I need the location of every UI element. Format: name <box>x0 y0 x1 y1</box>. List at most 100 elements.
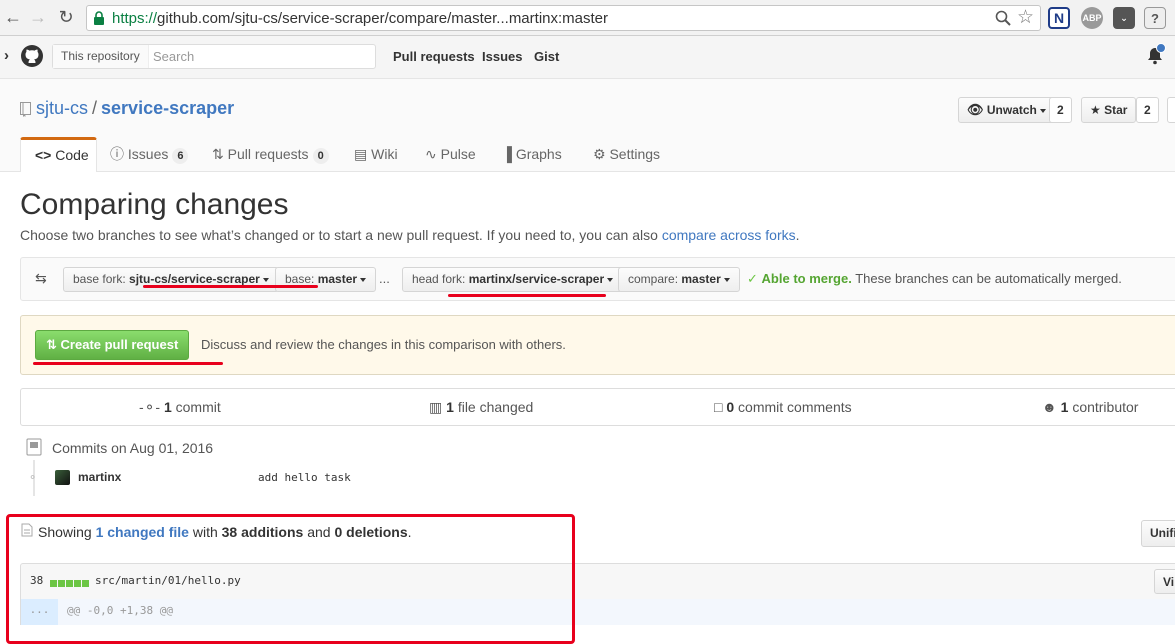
fork-button-partial[interactable] <box>1167 97 1175 123</box>
avatar[interactable] <box>55 470 70 485</box>
code-icon: <> <box>35 147 52 163</box>
zoom-icon[interactable] <box>995 10 1011 26</box>
merge-status-text: These branches can be automatically merg… <box>855 271 1122 286</box>
repo-title-separator: / <box>92 98 98 118</box>
tab-wiki[interactable]: ▤ Wiki <box>340 137 412 172</box>
compare-branch-select[interactable]: compare: master <box>618 267 740 292</box>
github-logo-icon[interactable] <box>20 44 44 68</box>
commits-count: 1 <box>163 399 172 415</box>
tab-issues-label: Issues <box>127 146 169 162</box>
browser-toolbar: ← → ↻ https://github.com/sjtu-cs/service… <box>0 0 1175 36</box>
tab-wiki-label: Wiki <box>371 146 398 162</box>
gear-icon: ⚙ <box>593 146 606 162</box>
range-dots: ... <box>379 271 390 286</box>
head-fork-select[interactable]: head fork: martinx/service-scraper <box>402 267 624 292</box>
tab-code[interactable]: <> Code <box>20 137 97 172</box>
search-form[interactable]: This repository Search <box>52 44 376 69</box>
compare-across-forks-link[interactable]: compare across forks <box>662 227 796 243</box>
tab-graphs-label: Graphs <box>515 146 562 162</box>
pocket-extension-icon[interactable]: ⌄ <box>1113 7 1135 29</box>
hint-extension-icon[interactable]: ? <box>1144 7 1166 29</box>
commits-label: commit <box>175 399 221 415</box>
summary-comments[interactable]: □ 0 commit comments <box>714 399 852 415</box>
chevron-down-icon <box>723 277 730 282</box>
watch-count[interactable]: 2 <box>1049 97 1072 123</box>
address-bar[interactable]: https://github.com/sjtu-cs/service-scrap… <box>86 5 1041 31</box>
repo-name-link[interactable]: service-scraper <box>101 98 234 118</box>
header-nav-gist[interactable]: Gist <box>534 49 559 64</box>
comment-icon: □ <box>714 399 723 415</box>
issues-counter: 6 <box>172 148 189 164</box>
view-file-button[interactable]: Vi <box>1154 569 1175 594</box>
star-button[interactable]: ★ Star <box>1081 97 1137 123</box>
summary-commits[interactable]: -⚬- 1 commit <box>139 399 221 416</box>
file-diff-icon: ▥ <box>429 399 443 415</box>
chevron-down-icon <box>607 277 614 282</box>
base-branch-select[interactable]: base: master <box>275 267 377 292</box>
adblock-extension-icon[interactable]: ABP <box>1081 7 1103 29</box>
create-pr-label: Create pull request <box>60 337 179 352</box>
unwatch-button[interactable]: 👁 Unwatch <box>958 97 1055 123</box>
search-input[interactable]: Search <box>145 45 194 68</box>
tab-settings[interactable]: ⚙ Settings <box>579 137 674 172</box>
subtitle-text: Choose two branches to see what’s change… <box>20 227 658 243</box>
repo-push-icon <box>26 438 42 456</box>
notion-extension-icon[interactable]: N <box>1048 7 1070 29</box>
tab-pulse-label: Pulse <box>440 146 476 162</box>
git-commit-icon: ⚬ <box>28 472 38 484</box>
unified-view-button[interactable]: Unifi <box>1141 520 1175 547</box>
contributors-count: 1 <box>1060 399 1069 415</box>
url-path: github.com/sjtu-cs/service-scraper/compa… <box>157 10 608 27</box>
star-count[interactable]: 2 <box>1136 97 1159 123</box>
bookmark-star-icon[interactable]: ☆ <box>1017 6 1034 29</box>
base-fork-value: sjtu-cs/service-scraper <box>129 272 260 286</box>
repo-owner-link[interactable]: sjtu-cs <box>36 98 88 118</box>
merge-status: ✓ Able to merge. These branches can be a… <box>747 271 1122 287</box>
comments-count: 0 <box>726 399 735 415</box>
site-header: › This repository Search Pull requests I… <box>0 36 1175 79</box>
files-count: 1 <box>446 399 454 415</box>
tab-pulse[interactable]: ∿ Pulse <box>411 137 490 172</box>
commit-author[interactable]: martinx <box>78 470 121 484</box>
comments-label: commit comments <box>738 399 852 415</box>
base-fork-label: base fork: <box>73 272 126 286</box>
annotation-underline-base <box>143 285 318 288</box>
chevron-right-icon[interactable]: › <box>4 47 9 64</box>
git-compare-icon[interactable]: ⇆ <box>35 270 47 287</box>
forward-arrow-icon[interactable]: → <box>27 6 49 28</box>
repo-title: sjtu-cs / service-scraper <box>36 98 234 119</box>
graph-icon: ▐ <box>502 146 512 162</box>
tab-settings-label: Settings <box>609 146 661 162</box>
create-pr-box: ⇅ Create pull request Discuss and review… <box>20 315 1175 375</box>
tab-code-label: Code <box>55 147 89 163</box>
base-value: master <box>317 272 358 286</box>
subtitle-end: . <box>795 227 800 243</box>
tab-issues[interactable]: ⓘ Issues 6 <box>96 137 202 172</box>
star-label: Star <box>1104 103 1128 117</box>
header-nav-pull-requests[interactable]: Pull requests <box>393 49 475 64</box>
commit-message[interactable]: add hello task <box>258 471 351 484</box>
url-text: https://github.com/sjtu-cs/service-scrap… <box>112 10 608 27</box>
summary-files[interactable]: ▥ 1 file changed <box>429 399 533 416</box>
create-pull-request-button[interactable]: ⇅ Create pull request <box>35 330 190 360</box>
git-pull-request-icon: ⇅ <box>212 146 224 162</box>
tab-pull-requests[interactable]: ⇅ Pull requests 0 <box>198 137 343 172</box>
files-label: file changed <box>457 399 534 415</box>
back-arrow-icon[interactable]: ← <box>2 6 24 28</box>
commit-group-title: Commits on Aug 01, 2016 <box>52 440 214 456</box>
chevron-down-icon <box>360 277 367 282</box>
base-fork-select[interactable]: base fork: sjtu-cs/service-scraper <box>63 267 279 292</box>
reload-icon[interactable]: ↻ <box>55 6 77 28</box>
annotation-underline-create <box>33 362 223 365</box>
page-subtitle: Choose two branches to see what’s change… <box>20 227 800 243</box>
pulse-icon: ∿ <box>425 146 437 162</box>
chevron-down-icon <box>1039 108 1046 113</box>
head-fork-value: martinx/service-scraper <box>468 272 605 286</box>
url-scheme: https:// <box>112 10 158 27</box>
repo-icon <box>20 102 31 117</box>
chevron-down-icon <box>262 277 269 282</box>
header-nav-issues[interactable]: Issues <box>482 49 522 64</box>
summary-contributors[interactable]: ☻ 1 contributor <box>1042 399 1138 415</box>
tab-graphs[interactable]: ▐ Graphs <box>488 137 576 172</box>
git-pull-request-icon: ⇅ <box>46 337 57 352</box>
